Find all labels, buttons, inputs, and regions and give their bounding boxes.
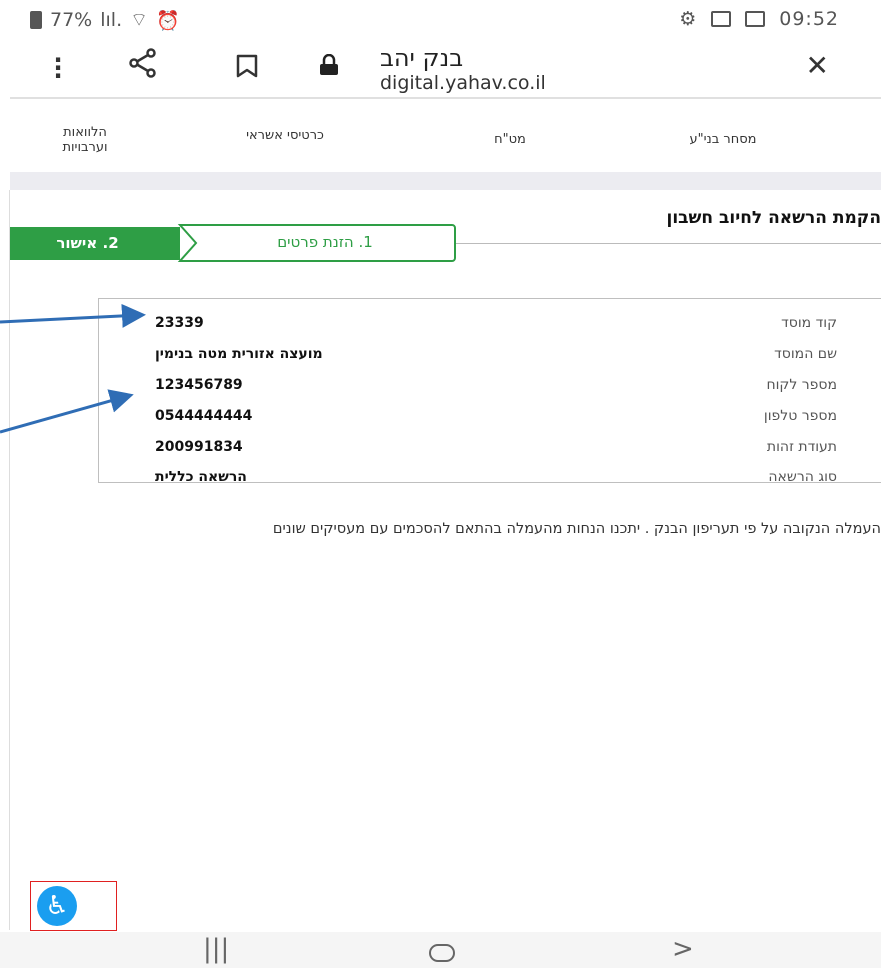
page-title: הקמת הרשאה לחיוב חשבון [666,208,881,228]
details-box: קוד מוסד 23339 שם המוסד מועצה אזורית מטה… [98,298,881,485]
battery-percent: 77% [50,9,93,31]
detail-label: מספר לקוח [766,377,837,393]
wifi-icon: ⌔ [130,9,148,31]
site-info[interactable]: בנק יהב digital.yahav.co.il [380,44,546,94]
nav-item-credit-cards[interactable]: כרטיסי אשראי [230,128,340,143]
lock-icon [319,53,339,81]
alarm-icon: ⏰ [156,9,180,32]
accessibility-icon[interactable]: ♿ [37,886,77,926]
clock: 09:52 [779,8,839,30]
menu-dots-icon[interactable]: · · · [53,48,63,88]
recent-apps-icon[interactable]: ||| [203,934,229,964]
detail-row: תעודת זהות 200991834 [99,435,881,463]
close-icon[interactable]: ✕ [806,52,829,80]
gallery-icon [745,11,766,27]
step-approve[interactable]: 2. אישור [10,227,165,260]
nav-item-loans[interactable]: הלוואות וערבויות [45,125,125,155]
detail-value: 23339 [155,315,204,331]
detail-row: מספר לקוח 123456789 [99,373,881,401]
detail-value: 0544444444 [155,408,253,424]
system-nav-bar: ||| > [0,932,881,968]
bookmark-icon[interactable] [236,54,258,83]
step-details[interactable]: 1. הזנת פרטים [210,226,440,259]
detail-value: מועצה אזורית מטה בנימין [155,346,323,362]
home-icon[interactable] [428,940,456,968]
toolbar-divider [10,97,881,99]
detail-label: מספר טלפון [763,408,837,424]
title-underline [455,243,881,244]
status-left: 77% lıl. ⌔ ⏰ [30,8,180,32]
battery-icon [30,11,42,29]
nav-separator-bar [10,172,881,190]
detail-value: הרשאה כללית [155,469,247,485]
share-icon[interactable] [128,48,158,83]
detail-value: 200991834 [155,439,243,455]
detail-label: קוד מוסד [781,315,837,331]
detail-label: שם המוסד [774,346,837,362]
status-right: ⚙ 09:52 [679,8,839,30]
fee-note: העמלה הנקובה על פי תעריפון הבנק . יתכנו … [272,521,881,537]
top-nav: מסחר בני"ע מט"ח כרטיסי אשראי הלוואות וער… [0,110,881,172]
detail-value: 123456789 [155,377,243,393]
nav-item-forex[interactable]: מט"ח [470,132,550,147]
content-border [9,190,10,930]
signal-icon: lıl. [100,9,123,31]
site-url: digital.yahav.co.il [380,72,546,94]
detail-row: שם המוסד מועצה אזורית מטה בנימין [99,342,881,370]
site-title: בנק יהב [380,44,464,72]
detail-label: סוג הרשאה [768,469,837,485]
detail-row: סוג הרשאה הרשאה כללית [99,465,881,493]
browser-toolbar: · · · בנק יהב digital.yahav.co.il ✕ [0,40,881,96]
message-icon [711,11,732,27]
back-icon[interactable]: > [672,934,694,964]
nav-item-securities[interactable]: מסחר בני"ע [668,132,778,147]
detail-label: תעודת זהות [766,439,837,455]
status-bar: 77% lıl. ⌔ ⏰ ⚙ 09:52 [0,0,881,40]
detail-row: מספר טלפון 0544444444 [99,404,881,432]
detail-row: קוד מוסד 23339 [99,311,881,339]
settings-icon: ⚙ [679,8,698,30]
